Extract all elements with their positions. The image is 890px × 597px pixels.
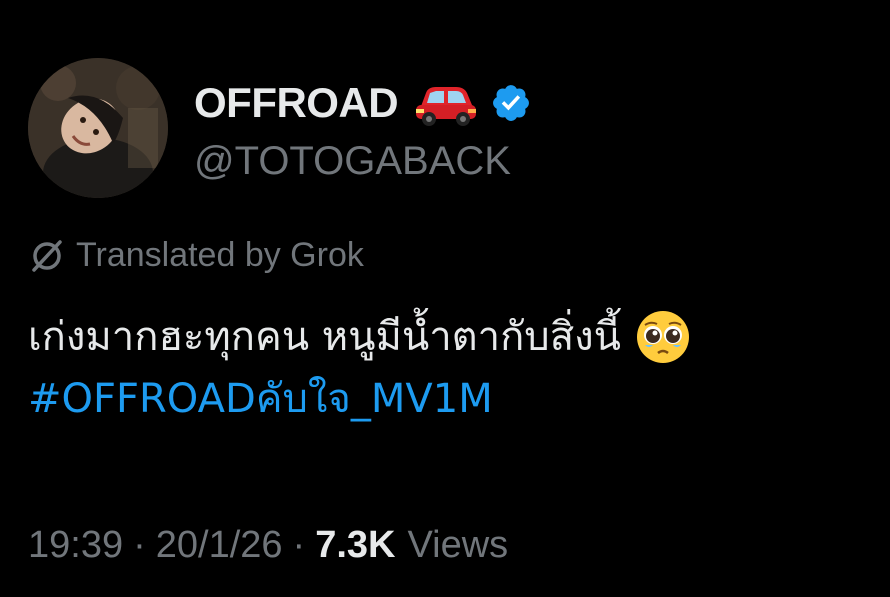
translation-label: Translated by Grok xyxy=(76,236,364,274)
tweet-time[interactable]: 19:39 xyxy=(28,524,123,567)
verified-badge-icon[interactable] xyxy=(490,82,532,124)
display-name[interactable]: OFFROAD xyxy=(194,79,399,127)
meta-separator: · xyxy=(292,524,306,566)
tweet-date[interactable]: 20/1/26 xyxy=(156,524,283,567)
views-label: Views xyxy=(407,524,509,566)
tweet-body: เก่งมากฮะทุกคน หนูมีน้ำตากับสิ่งนี้ #OFF… xyxy=(28,306,691,430)
translation-notice[interactable]: Translated by Grok xyxy=(28,236,364,275)
tweet-text-line: เก่งมากฮะทุกคน หนูมีน้ำตากับสิ่งนี้ xyxy=(28,306,691,368)
user-handle[interactable]: @TOTOGABACK xyxy=(194,139,532,184)
pleading-face-icon xyxy=(635,309,691,365)
display-name-row: OFFROAD xyxy=(194,73,532,133)
hashtag-line: #OFFROADคับใจ_MV1M xyxy=(28,368,691,430)
views-count[interactable]: 7.3K xyxy=(315,524,395,567)
tweet-meta: 19:39 · 20/1/26 · 7.3K Views xyxy=(28,524,508,567)
tweet-text: เก่งมากฮะทุกคน หนูมีน้ำตากับสิ่งนี้ xyxy=(28,314,621,360)
grok-icon xyxy=(28,237,66,275)
hashtag-link[interactable]: #OFFROADคับใจ_MV1M xyxy=(28,368,493,430)
tweet-header: OFFROAD @TOTOGABACK xyxy=(28,58,532,198)
red-car-icon xyxy=(412,79,480,127)
user-names: OFFROAD @TOTOGABACK xyxy=(194,73,532,184)
meta-separator: · xyxy=(133,524,146,566)
profile-avatar[interactable] xyxy=(28,58,168,198)
